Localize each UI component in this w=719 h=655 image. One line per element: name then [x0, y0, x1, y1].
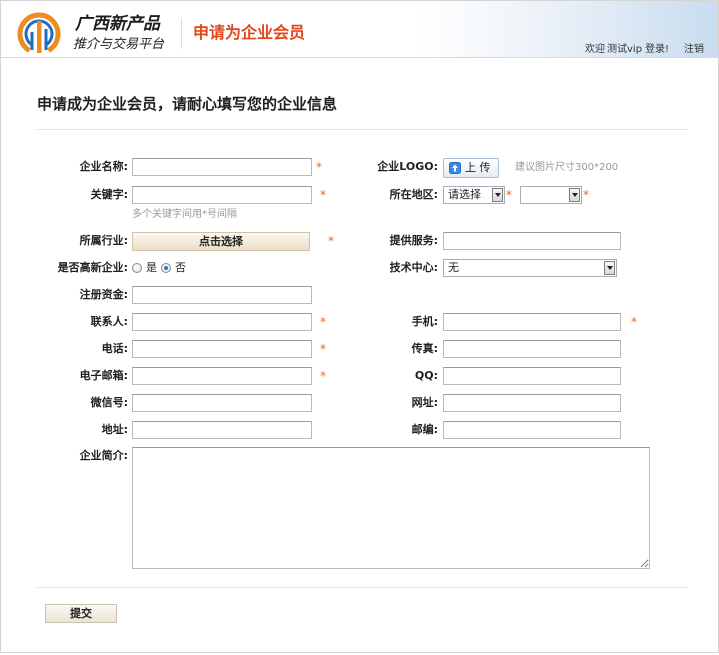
high-tech-no-radio[interactable] — [161, 263, 171, 273]
keywords-hint: 多个关键字间用*号间隔 — [132, 209, 237, 220]
address-label: 地址: — [101, 423, 128, 436]
required-mark: * — [316, 160, 322, 174]
chevron-down-icon[interactable] — [604, 261, 615, 275]
qq-label: QQ: — [414, 369, 438, 382]
required-mark: * — [320, 188, 326, 202]
logo-label: 企业LOGO: — [377, 160, 438, 173]
company-name-input[interactable] — [132, 158, 312, 176]
logo-size-hint: 建议图片尺寸300*200 — [515, 162, 619, 173]
brand-logo[interactable] — [17, 12, 61, 56]
keywords-label: 关键字: — [90, 188, 128, 201]
required-mark: * — [320, 342, 326, 356]
telephone-input[interactable] — [132, 340, 312, 358]
tech-center-select-value: 无 — [448, 261, 459, 274]
footer-divider — [37, 587, 687, 588]
brand-tagline: 推介与交易平台 — [73, 37, 165, 52]
postcode-input[interactable] — [443, 421, 621, 439]
required-mark: * — [506, 188, 512, 202]
submit-button[interactable]: 提交 — [45, 604, 117, 623]
industry-select-button[interactable]: 点击选择 — [132, 232, 310, 251]
form-title: 申请成为企业会员，请耐心填写您的企业信息 — [37, 95, 338, 113]
telephone-label: 电话: — [101, 342, 128, 355]
province-select-value: 请选择 — [448, 188, 481, 201]
header: 广西新产品 推介与交易平台 申请为企业会员 欢迎 测试vip 登录! 注销 — [1, 1, 718, 58]
tech-center-select[interactable]: 无 — [443, 259, 617, 277]
email-label: 电子邮箱: — [79, 369, 128, 382]
wechat-label: 微信号: — [90, 396, 128, 409]
services-input[interactable] — [443, 232, 621, 250]
introduction-label: 企业简介: — [79, 449, 128, 462]
industry-label: 所属行业: — [79, 234, 128, 247]
services-label: 提供服务: — [389, 234, 438, 247]
high-tech-yes-radio[interactable] — [132, 263, 142, 273]
brand-name[interactable]: 广西新产品 — [75, 13, 160, 35]
city-select[interactable] — [520, 186, 582, 204]
wechat-input[interactable] — [132, 394, 312, 412]
fax-input[interactable] — [443, 340, 621, 358]
chevron-down-icon[interactable] — [492, 188, 503, 202]
welcome-text: 欢迎 — [585, 44, 605, 55]
chevron-down-icon[interactable] — [569, 188, 580, 202]
contact-person-input[interactable] — [132, 313, 312, 331]
registered-capital-label: 注册资金: — [79, 288, 128, 301]
registered-capital-input[interactable] — [132, 286, 312, 304]
high-tech-no-label[interactable]: 否 — [175, 261, 186, 275]
upload-icon — [449, 162, 461, 174]
page: 广西新产品 推介与交易平台 申请为企业会员 欢迎 测试vip 登录! 注销 申请… — [0, 0, 719, 653]
company-name-label: 企业名称: — [79, 160, 128, 173]
required-mark: * — [583, 188, 589, 202]
title-divider — [37, 129, 687, 130]
fax-label: 传真: — [411, 342, 438, 355]
logout-link[interactable]: 注销 — [684, 43, 704, 57]
required-mark: * — [320, 315, 326, 329]
login-link[interactable]: 登录! — [645, 43, 669, 57]
region-label: 所在地区: — [389, 188, 438, 201]
contact-person-label: 联系人: — [90, 315, 128, 328]
mobile-input[interactable] — [443, 313, 621, 331]
upload-button-label: 上 传 — [465, 161, 491, 174]
website-label: 网址: — [411, 396, 438, 409]
required-mark: * — [631, 315, 637, 329]
website-input[interactable] — [443, 394, 621, 412]
high-tech-label: 是否高新企业: — [57, 261, 128, 274]
required-mark: * — [320, 369, 326, 383]
header-divider — [181, 18, 182, 49]
upload-button[interactable]: 上 传 — [443, 158, 499, 178]
tech-center-label: 技术中心: — [389, 261, 438, 274]
introduction-textarea[interactable] — [132, 447, 650, 569]
province-select[interactable]: 请选择 — [443, 186, 505, 204]
high-tech-yes-label[interactable]: 是 — [146, 261, 157, 275]
keywords-input[interactable] — [132, 186, 312, 204]
address-input[interactable] — [132, 421, 312, 439]
postcode-label: 邮编: — [411, 423, 438, 436]
email-input[interactable] — [132, 367, 312, 385]
qq-input[interactable] — [443, 367, 621, 385]
page-title: 申请为企业会员 — [193, 23, 306, 42]
username-link[interactable]: 测试vip — [607, 43, 642, 57]
mobile-label: 手机: — [411, 315, 438, 328]
